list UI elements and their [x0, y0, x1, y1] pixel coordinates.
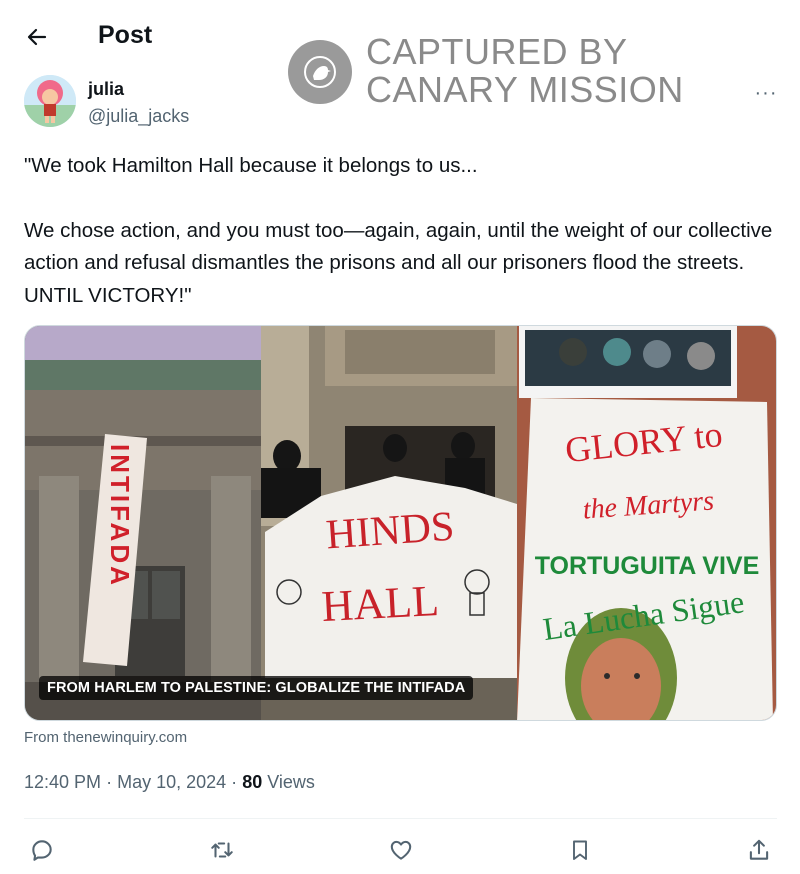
tweet-paragraph-1: "We took Hamilton Hall because it belong…: [24, 154, 478, 177]
banner-left-text: INTIFADA: [105, 444, 135, 588]
tweet-text: "We took Hamilton Hall because it belong…: [24, 150, 784, 312]
action-bar: [0, 832, 800, 868]
banner-middle-line-2: HALL: [320, 576, 440, 631]
tweet-date[interactable]: May 10, 2024: [117, 772, 226, 792]
display-name[interactable]: julia: [88, 79, 124, 100]
photo-right: [517, 326, 776, 720]
retweet-icon: [211, 842, 233, 858]
views-label: Views: [267, 772, 315, 792]
author-row: julia @julia_jacks ···: [24, 75, 784, 131]
reply-button[interactable]: [24, 832, 60, 868]
heart-icon: [390, 840, 412, 860]
like-button[interactable]: [383, 832, 419, 868]
share-button[interactable]: [741, 832, 777, 868]
tweet-media[interactable]: INTIFADA HINDS HALL GLORY to the Martyrs…: [24, 325, 777, 721]
bookmark-icon: [573, 840, 587, 860]
tweet-paragraph-2: We chose action, and you must too—again,…: [24, 218, 773, 307]
retweet-button[interactable]: [204, 832, 240, 868]
more-icon: ···: [754, 81, 778, 104]
watermark-line-1: CAPTURED BY: [366, 31, 628, 72]
banner-middle-line-1: HINDS: [324, 504, 455, 559]
photo-left: [25, 326, 261, 720]
media-caption: FROM HARLEM TO PALESTINE: GLOBALIZE THE …: [39, 676, 474, 700]
tweet-meta: 12:40 PM · May 10, 2024 · 80 Views: [24, 772, 315, 793]
bookmark-button[interactable]: [562, 832, 598, 868]
share-icon: [749, 839, 769, 860]
reply-icon: [32, 840, 52, 861]
avatar[interactable]: [24, 75, 76, 127]
back-button[interactable]: [22, 22, 52, 52]
arrow-left-icon: [27, 28, 47, 46]
meta-separator: ·: [106, 772, 113, 792]
divider: [24, 818, 777, 819]
link-source[interactable]: From thenewinquiry.com: [24, 729, 187, 746]
page-title: Post: [98, 21, 153, 49]
more-options-button[interactable]: ···: [748, 81, 784, 105]
tweet-time[interactable]: 12:40 PM: [24, 772, 101, 792]
meta-separator: ·: [231, 772, 238, 792]
user-handle[interactable]: @julia_jacks: [88, 106, 189, 127]
banner-right-line-3: TORTUGUITA VIVE: [535, 552, 760, 580]
views-count: 80: [242, 772, 263, 792]
